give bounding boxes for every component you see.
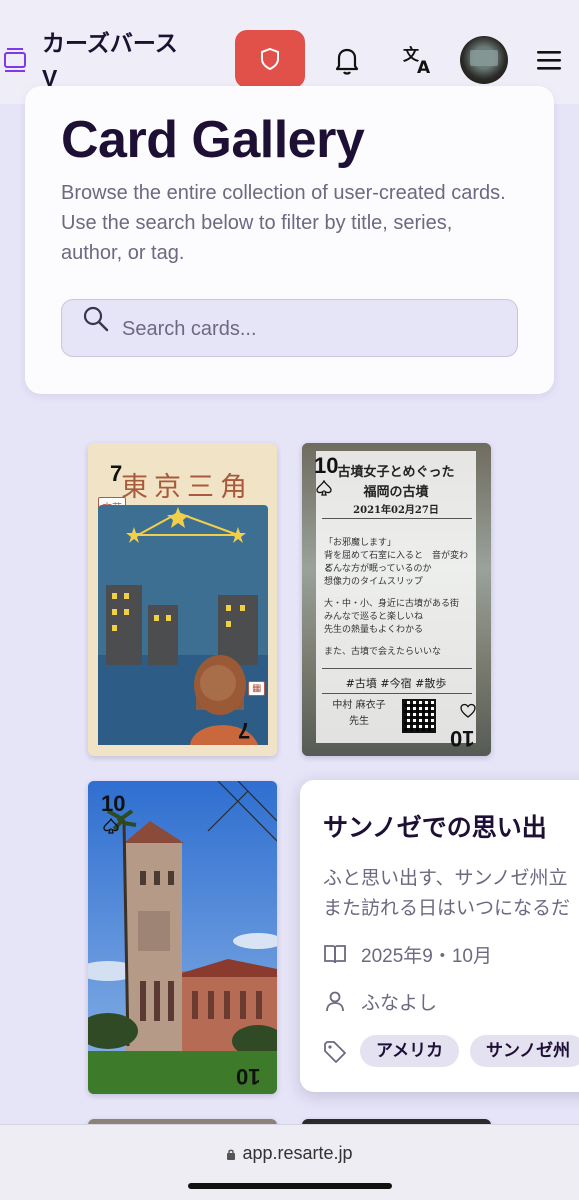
menu-icon[interactable] (536, 48, 562, 72)
page-description: Browse the entire collection of user-cre… (61, 182, 506, 264)
user-icon (326, 991, 344, 1012)
tag-icon (324, 1041, 346, 1063)
spade-icon (103, 818, 119, 834)
svg-text:A: A (417, 58, 431, 76)
card-rank-flipped: 10 (450, 726, 475, 751)
card-line: また、古墳で会えたらいいな (324, 647, 442, 657)
browser-bottom-bar: app.resarte.jp (0, 1124, 579, 1200)
page-title: Card Gallery (61, 111, 365, 169)
card-line: 「お邪魔します」 (324, 538, 397, 548)
book-icon (324, 945, 346, 964)
popover-series: 2025年9・10月 (361, 945, 492, 967)
avatar[interactable] (460, 36, 508, 84)
popover-series-row: 2025年9・10月 (323, 940, 492, 968)
tag-chip[interactable]: サンノゼ州 (470, 1035, 579, 1067)
shield-icon (261, 47, 279, 71)
card-detail-popover[interactable]: サンノゼでの思い出 ふと思い出す、サンノゼ州立 また訪れる日はいつになるだ 20… (300, 780, 579, 1092)
divider (322, 693, 472, 694)
card-rank-flipped: 7 (238, 718, 251, 743)
card-badge-flipped: ▦ (248, 681, 266, 696)
card-author-suffix: 先生 (349, 716, 369, 727)
card-fukuoka-kofun[interactable]: 10 古墳女子とめぐった 福岡の古墳 2021年02月27日 「お邪魔します」 … (302, 443, 491, 756)
layers-icon[interactable] (2, 44, 28, 72)
search-icon (83, 306, 109, 332)
divider (322, 668, 472, 669)
search-box[interactable] (61, 299, 518, 357)
url-bar[interactable]: app.resarte.jp (0, 1143, 579, 1164)
card-line: 先生の熱量もよくわかる (324, 625, 424, 635)
card-line: どんな方が眠っているのか (324, 564, 432, 574)
translate-icon[interactable]: 文 A (401, 42, 435, 76)
card-line: 想像力のタイムスリップ (324, 577, 423, 587)
card-date: 2021年02月27日 (353, 505, 439, 516)
popover-author: ふなよし (361, 992, 438, 1014)
url-text: app.resarte.jp (242, 1143, 353, 1163)
card-rank: 10 (101, 791, 126, 816)
card-line: 大・中・小、身近に古墳がある街 (324, 599, 460, 609)
card-rank-flipped: 10 (236, 1064, 261, 1089)
lock-icon (227, 1149, 236, 1160)
tag-chip[interactable]: アメリカ (360, 1035, 460, 1067)
card-line: みんなで巡ると楽しいね (324, 612, 424, 622)
bell-icon[interactable] (331, 44, 363, 76)
search-input[interactable] (122, 314, 502, 344)
card-tokyo-sankaku[interactable]: 東京三角 7 文芸 ▦ 7 (88, 443, 277, 756)
card-tags-line: #古墳 #今宿 #散歩 (345, 677, 447, 690)
card-illustration (98, 505, 268, 745)
card-rank: 7 (110, 461, 123, 486)
divider (322, 518, 472, 519)
card-heading: 古墳女子とめぐった (337, 465, 455, 480)
card-san-jose[interactable]: 10 10 (88, 781, 277, 1094)
shield-button[interactable] (235, 30, 305, 88)
popover-title: サンノゼでの思い出 (323, 814, 547, 842)
qr-code (402, 699, 436, 733)
card-title: 東京三角 (121, 472, 253, 503)
card-subheading: 福岡の古墳 (363, 485, 429, 500)
popover-author-row: ふなよし (323, 987, 437, 1015)
home-indicator[interactable] (188, 1183, 392, 1189)
popover-description-line: ふと思い出す、サンノゼ州立 (323, 868, 568, 889)
popover-description-line: また訪れる日はいつになるだ (323, 898, 571, 919)
card-author: 中村 麻衣子 (332, 700, 386, 711)
heart-icon[interactable] (460, 703, 476, 719)
